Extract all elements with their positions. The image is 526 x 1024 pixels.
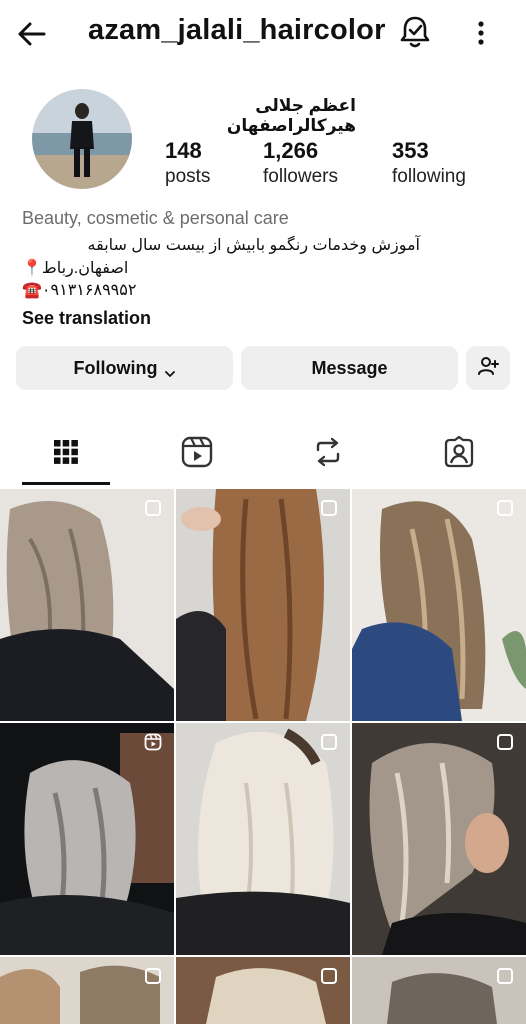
profile-username: azam_jalali_haircolor bbox=[88, 14, 386, 46]
stat-following[interactable]: 353 following bbox=[392, 138, 466, 190]
stat-followers[interactable]: 1,266 followers bbox=[263, 138, 338, 190]
reposts-icon bbox=[312, 436, 344, 473]
chevron-down-icon bbox=[165, 363, 176, 377]
multi-post-icon bbox=[496, 499, 514, 517]
multi-post-icon bbox=[320, 733, 338, 751]
post-thumbnail[interactable] bbox=[352, 957, 526, 1024]
tab-reposts[interactable] bbox=[262, 424, 393, 484]
followers-count: 1,266 bbox=[263, 138, 319, 163]
bio-location: 📍اصفهان.رباط bbox=[22, 258, 128, 278]
followers-label: followers bbox=[263, 166, 338, 187]
multi-post-icon bbox=[144, 967, 162, 985]
add-person-icon bbox=[476, 354, 500, 383]
reels-icon bbox=[181, 436, 213, 473]
following-button[interactable]: Following bbox=[16, 346, 233, 390]
see-translation-link[interactable]: See translation bbox=[22, 308, 151, 329]
pin-icon: 📍 bbox=[22, 260, 42, 277]
message-button[interactable]: Message bbox=[241, 346, 458, 390]
tab-reels[interactable] bbox=[131, 424, 262, 484]
add-person-button[interactable] bbox=[466, 346, 510, 390]
posts-label: posts bbox=[165, 166, 211, 187]
bell-check-icon[interactable] bbox=[398, 14, 432, 50]
top-bar: azam_jalali_haircolor bbox=[0, 0, 526, 66]
bio-line: آموزش وخدمات رنگمو بابیش از بیست سال ساب… bbox=[87, 237, 420, 254]
stat-posts[interactable]: 148 posts bbox=[165, 138, 210, 190]
profile-category: Beauty, cosmetic & personal care bbox=[22, 208, 289, 228]
reel-icon bbox=[144, 733, 162, 751]
bio-phone-text: ۰۹۱۳۱۶۸۹۹۵۲ bbox=[41, 282, 137, 299]
following-count: 353 bbox=[392, 138, 429, 163]
tab-tagged[interactable] bbox=[393, 424, 524, 484]
post-thumbnail[interactable] bbox=[176, 723, 350, 955]
tab-grid[interactable] bbox=[0, 424, 131, 484]
bio-location-text: اصفهان.رباط bbox=[41, 260, 129, 277]
profile-display-name: اعظم جلالی هیرکالراصفهان bbox=[226, 96, 356, 135]
profile-tabs bbox=[0, 424, 526, 486]
avatar[interactable] bbox=[32, 89, 132, 189]
following-label: following bbox=[392, 166, 466, 187]
multi-post-icon bbox=[144, 499, 162, 517]
arrow-left-icon[interactable] bbox=[14, 16, 50, 52]
active-tab-indicator bbox=[22, 482, 110, 485]
message-button-label: Message bbox=[311, 357, 388, 378]
post-thumbnail[interactable] bbox=[176, 957, 350, 1024]
posts-count: 148 bbox=[165, 138, 202, 163]
multi-post-icon bbox=[320, 499, 338, 517]
tagged-icon bbox=[443, 435, 475, 473]
phone-icon: ☎️ bbox=[22, 282, 42, 299]
multi-post-icon bbox=[320, 967, 338, 985]
grid-icon bbox=[52, 438, 80, 471]
following-button-label: Following bbox=[73, 357, 158, 378]
more-vertical-icon[interactable] bbox=[468, 16, 494, 50]
post-thumbnail[interactable] bbox=[176, 489, 350, 721]
post-thumbnail[interactable] bbox=[352, 489, 526, 721]
multi-post-icon bbox=[496, 733, 514, 751]
post-thumbnail[interactable] bbox=[0, 489, 174, 721]
post-grid bbox=[0, 489, 526, 1024]
bio-phone[interactable]: ☎️۰۹۱۳۱۶۸۹۹۵۲ bbox=[22, 280, 136, 300]
post-thumbnail[interactable] bbox=[352, 723, 526, 955]
multi-post-icon bbox=[496, 967, 514, 985]
post-thumbnail[interactable] bbox=[0, 723, 174, 955]
post-thumbnail[interactable] bbox=[0, 957, 174, 1024]
